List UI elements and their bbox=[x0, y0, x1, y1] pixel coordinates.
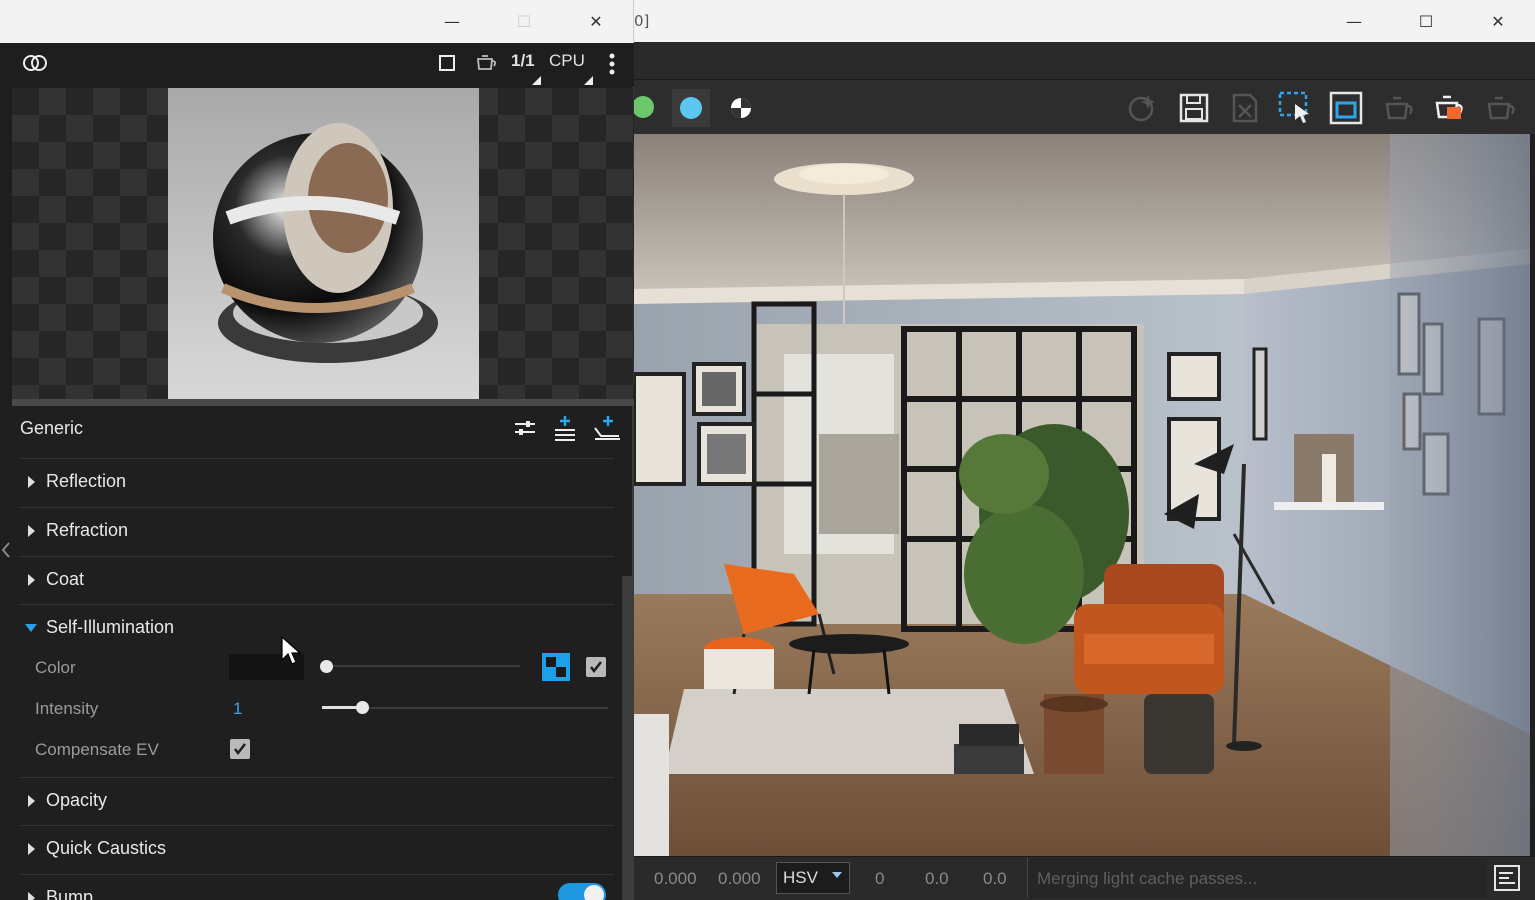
intensity-label: Intensity bbox=[35, 699, 99, 718]
color-label: Color bbox=[35, 658, 76, 677]
status-x-value: 0.000 bbox=[654, 869, 697, 888]
material-preview-image bbox=[168, 88, 479, 399]
log-button[interactable] bbox=[1493, 864, 1521, 892]
teapot-outline-icon[interactable] bbox=[1480, 89, 1518, 127]
toggle-knob bbox=[584, 885, 604, 900]
save-icon[interactable] bbox=[1175, 89, 1213, 127]
minimize-button[interactable]: — bbox=[416, 0, 488, 42]
blue-channel-dot bbox=[680, 97, 702, 119]
material-type-title: Generic bbox=[20, 418, 84, 438]
intensity-slider-fill bbox=[322, 706, 361, 709]
sliders-icon[interactable] bbox=[511, 414, 541, 442]
render-teapot-icon[interactable] bbox=[1429, 89, 1467, 127]
dropdown-corner-icon bbox=[532, 76, 541, 85]
expand-arrow-icon bbox=[28, 525, 35, 537]
region-select-icon[interactable] bbox=[1276, 89, 1314, 127]
expand-arrow-icon bbox=[28, 574, 35, 586]
material-editor-titlebar: — ☐ ✕ bbox=[0, 0, 634, 43]
log-icon bbox=[1494, 865, 1520, 891]
add-layer-icon[interactable] bbox=[551, 414, 581, 442]
alpha-channel-button[interactable] bbox=[722, 89, 760, 127]
collapse-sidebar-icon[interactable] bbox=[0, 540, 12, 560]
bump-enable-toggle[interactable] bbox=[558, 883, 606, 900]
rendered-image[interactable] bbox=[634, 134, 1530, 856]
texture-map-button[interactable] bbox=[542, 653, 570, 681]
render-window-titlebar: 0] — ☐ ✕ bbox=[620, 0, 1535, 42]
render-region-icon[interactable] bbox=[1327, 89, 1365, 127]
status-v-value: 0.0 bbox=[983, 869, 1007, 888]
minimize-button[interactable]: — bbox=[1318, 0, 1390, 42]
checkmark-icon bbox=[590, 661, 602, 674]
rollout-label: Bump bbox=[46, 887, 94, 900]
color-slider-track[interactable] bbox=[322, 665, 520, 667]
rollout-reflection[interactable]: Reflection bbox=[20, 458, 614, 506]
rollout-label: Refraction bbox=[46, 520, 129, 540]
status-h-value: 0 bbox=[875, 869, 885, 888]
collapse-arrow-icon bbox=[25, 624, 37, 632]
living-room-render bbox=[634, 134, 1530, 856]
checkmark-icon bbox=[234, 743, 246, 756]
chevron-down-icon bbox=[832, 872, 842, 878]
green-channel-button[interactable] bbox=[632, 96, 654, 118]
expand-arrow-icon bbox=[28, 843, 35, 855]
status-s-value: 0.0 bbox=[925, 869, 949, 888]
sparkle-render-icon[interactable] bbox=[1124, 89, 1162, 127]
color-slider-knob[interactable] bbox=[320, 660, 333, 673]
checker-map-icon bbox=[546, 657, 566, 677]
status-y-value: 0.000 bbox=[718, 869, 761, 888]
preview-splitter[interactable] bbox=[12, 399, 634, 406]
teapot-icon[interactable] bbox=[1378, 89, 1416, 127]
vray-logo-icon[interactable] bbox=[22, 51, 48, 80]
rollout-label: Reflection bbox=[46, 471, 127, 491]
render-window-title: 0] bbox=[634, 12, 650, 30]
blue-channel-button[interactable] bbox=[672, 89, 710, 127]
rollout-bump[interactable]: Bump bbox=[20, 874, 614, 900]
add-material-layer-icon[interactable] bbox=[592, 414, 622, 442]
mouse-cursor-icon bbox=[281, 635, 302, 666]
close-button[interactable]: ✕ bbox=[560, 0, 632, 42]
compensate-ev-checkbox[interactable] bbox=[230, 739, 250, 759]
render-menu-strip bbox=[620, 42, 1535, 80]
render-engine-button[interactable]: CPU bbox=[549, 51, 585, 71]
teapot-icon[interactable] bbox=[474, 52, 498, 79]
parameters-scrollbar[interactable] bbox=[622, 576, 634, 900]
dropdown-corner-icon bbox=[584, 76, 593, 85]
color-enable-checkbox[interactable] bbox=[586, 657, 606, 677]
preview-shape-icon[interactable] bbox=[439, 55, 455, 71]
compensate-ev-label: Compensate EV bbox=[35, 740, 159, 759]
status-message: Merging light cache passes... bbox=[1027, 858, 1487, 898]
rollout-label: Coat bbox=[46, 569, 85, 589]
expand-arrow-icon bbox=[28, 476, 35, 488]
rollout-coat[interactable]: Coat bbox=[20, 556, 614, 604]
rollout-opacity[interactable]: Opacity bbox=[20, 777, 614, 825]
preview-ratio-button[interactable]: 1/1 bbox=[511, 51, 535, 71]
rollout-label: Opacity bbox=[46, 790, 108, 810]
expand-arrow-icon bbox=[28, 795, 35, 807]
close-button[interactable]: ✕ bbox=[1462, 0, 1534, 42]
material-preview[interactable] bbox=[12, 88, 634, 399]
maximize-button[interactable]: ☐ bbox=[1390, 0, 1462, 42]
more-options-icon[interactable] bbox=[608, 53, 616, 80]
clear-image-icon[interactable] bbox=[1226, 89, 1264, 127]
expand-arrow-icon bbox=[28, 892, 35, 900]
intensity-value[interactable]: 1 bbox=[233, 699, 242, 719]
maximize-button[interactable]: ☐ bbox=[488, 0, 560, 42]
color-mode-dropdown[interactable]: HSV bbox=[776, 862, 850, 894]
alpha-channel-icon bbox=[731, 98, 751, 118]
rollout-label: Quick Caustics bbox=[46, 838, 167, 858]
rollout-quick-caustics[interactable]: Quick Caustics bbox=[20, 825, 614, 873]
rollout-self-illumination[interactable]: Self-Illumination bbox=[20, 604, 614, 652]
rollout-refraction[interactable]: Refraction bbox=[20, 507, 614, 555]
rollout-label: Self-Illumination bbox=[46, 617, 175, 637]
